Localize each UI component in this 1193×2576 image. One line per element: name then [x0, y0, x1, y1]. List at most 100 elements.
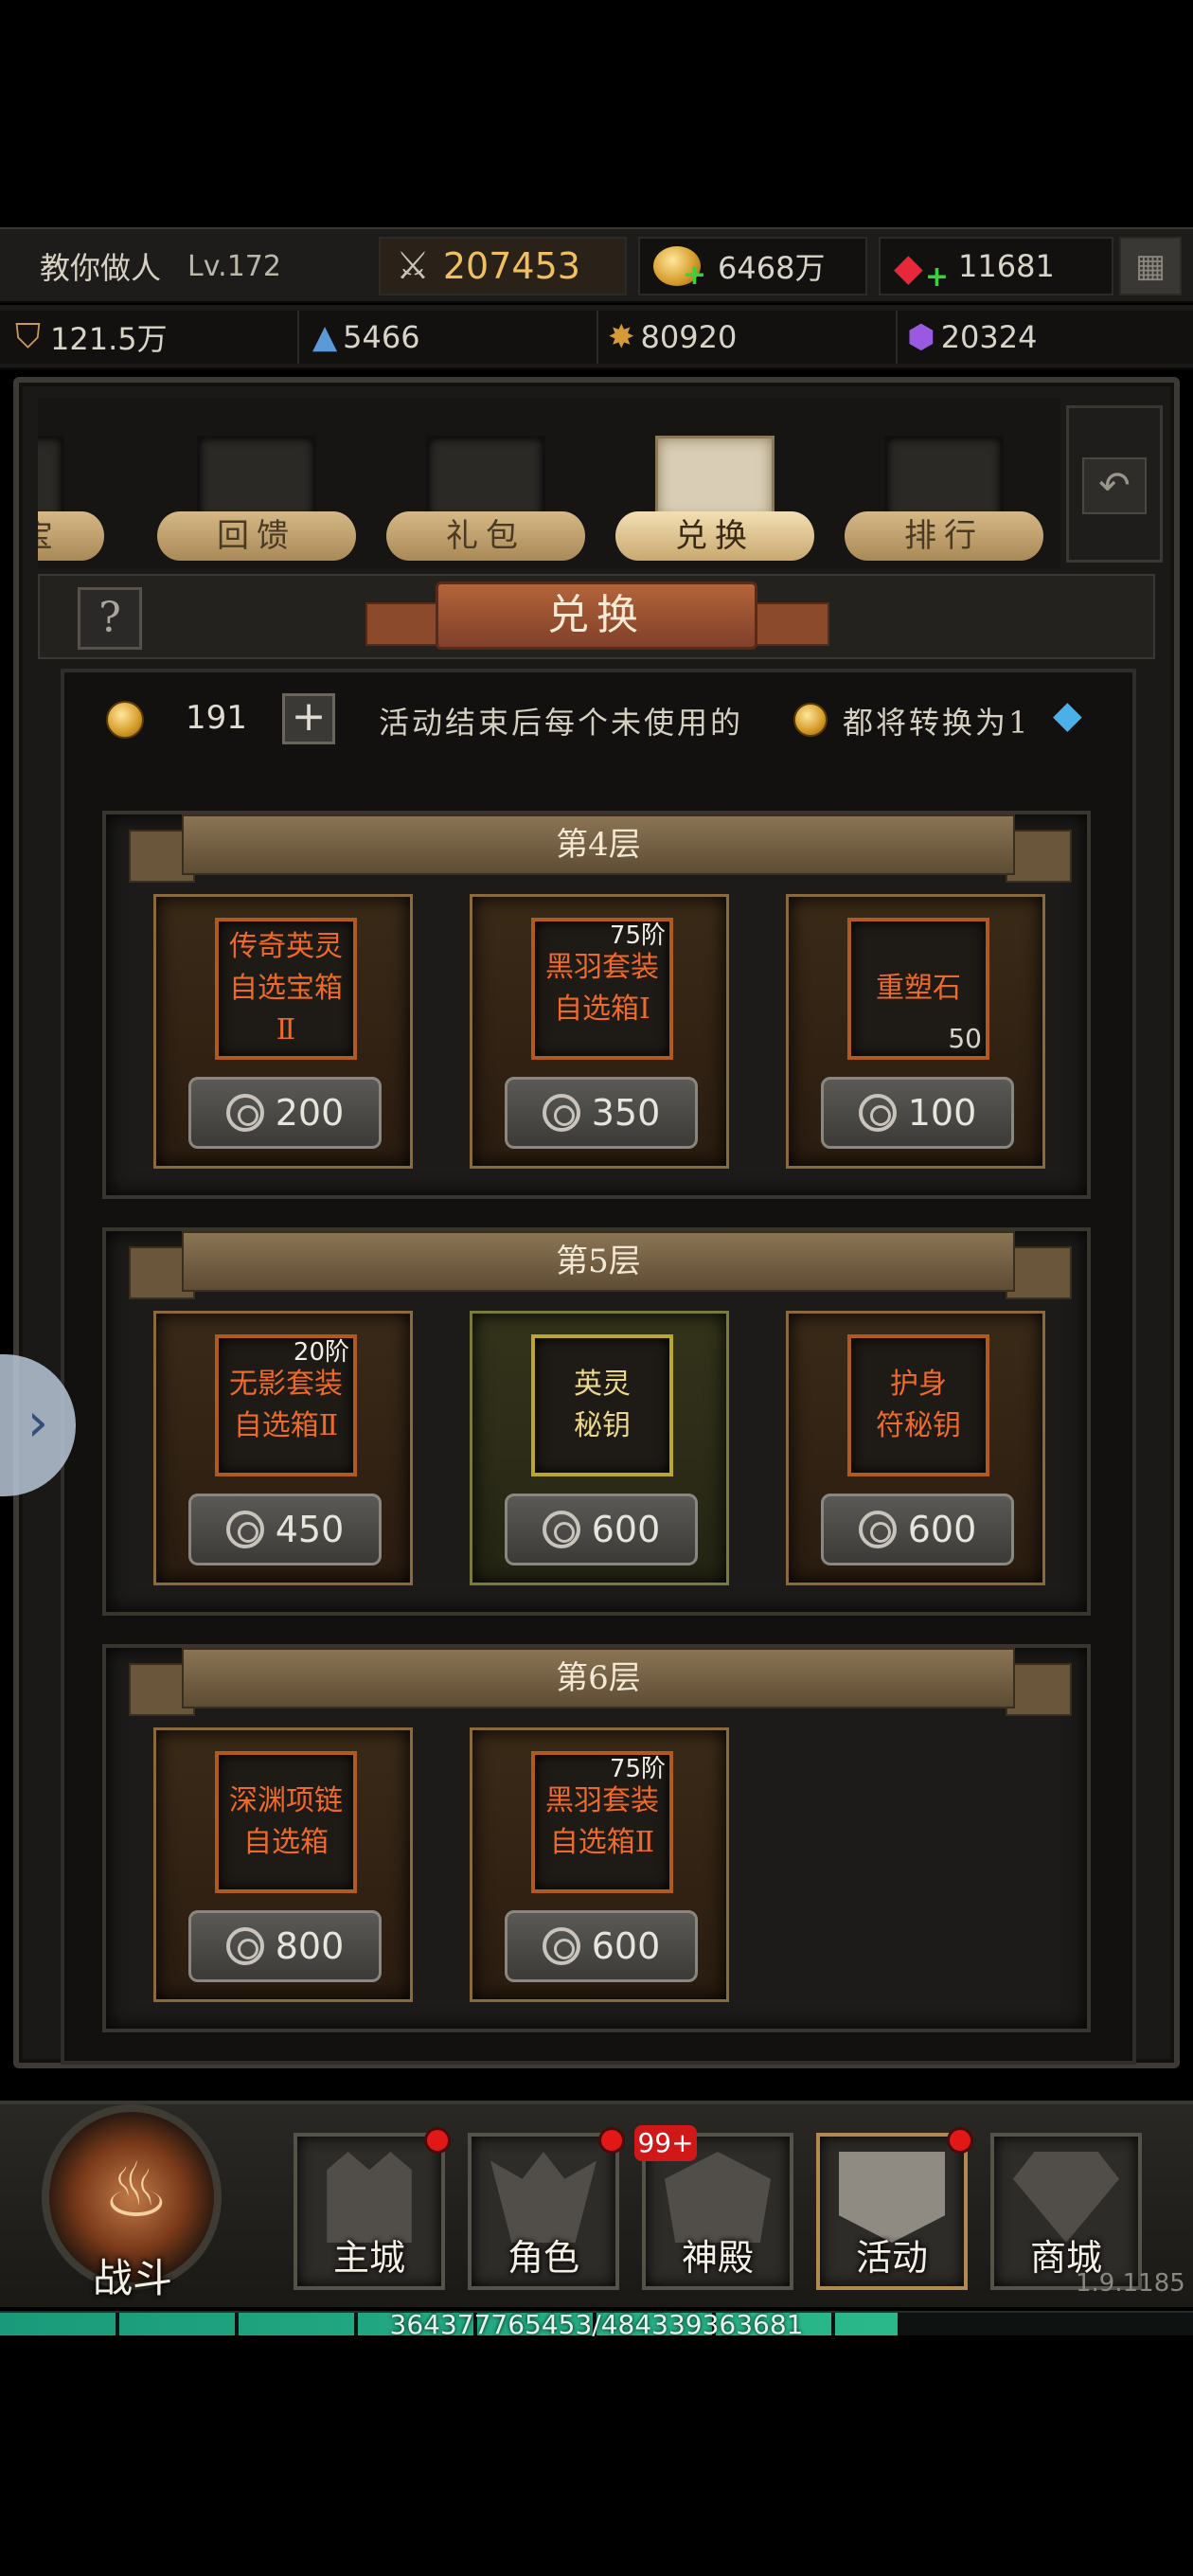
back-button[interactable]: ↶	[1082, 457, 1147, 514]
book-icon	[884, 436, 1004, 521]
gold-coins-icon: +	[653, 246, 706, 292]
price-button[interactable]: 600	[505, 1494, 698, 1565]
tab-label: 排行	[845, 511, 1043, 561]
purple-crystal-icon: ⬢	[907, 318, 935, 356]
player-name: 教你做人	[40, 250, 162, 286]
notification-dot	[424, 2127, 451, 2154]
price-button[interactable]: 600	[505, 1910, 698, 1982]
add-coin-button[interactable]: +	[282, 693, 335, 744]
price-button[interactable]: 200	[188, 1077, 382, 1149]
nav-label: 主城	[332, 2237, 405, 2279]
return-arrow-icon: ↶	[1098, 464, 1131, 508]
exchange-item-card[interactable]: 护身 符秘钥 600	[786, 1311, 1045, 1585]
nav-label: 角色	[507, 2237, 579, 2279]
exchange-item-card[interactable]: 无影套装 自选箱Ⅱ 20阶 450	[153, 1311, 413, 1585]
ribbon-tail	[1006, 1246, 1072, 1299]
diamond-icon: ◆	[1053, 693, 1082, 737]
tab-label: 兑换	[615, 511, 814, 561]
exchange-item-card[interactable]: 传奇英灵 自选宝箱 Ⅱ 200	[153, 894, 413, 1169]
crystal-resource: ▲ 5466	[299, 311, 598, 364]
tab-ranking[interactable]: 排行	[845, 436, 1043, 561]
nav-label: 活动	[855, 2237, 928, 2279]
price-value: 600	[907, 1509, 977, 1550]
star-icon: ✸	[608, 318, 635, 356]
shield-value: 121.5万	[50, 321, 168, 357]
shield-icon: ⛉	[15, 317, 42, 356]
nav-shop[interactable]: 商城	[990, 2133, 1142, 2290]
nav-character[interactable]: 角色	[468, 2133, 619, 2290]
experience-text: 364377765453/484339363681	[389, 2309, 804, 2340]
nav-main-city[interactable]: 主城	[294, 2133, 445, 2290]
item-name: 英灵 秘钥	[531, 1334, 673, 1476]
crystal-icon: ▲	[312, 318, 338, 356]
open-book-icon	[655, 436, 775, 521]
floor-title: 第4层	[182, 814, 1015, 875]
floor-title: 第5层	[182, 1231, 1015, 1292]
floor-4-section: 第4层 传奇英灵 自选宝箱 Ⅱ 200 黑羽套装 自选箱Ⅰ 75阶 350 重塑…	[102, 811, 1091, 1199]
coin-info-bar: 191 活动结束后每个未使用的 都将转换为1 ◆	[95, 684, 1117, 752]
tab-exchange[interactable]: 兑换	[615, 436, 814, 561]
book-icon	[38, 436, 64, 521]
price-button[interactable]: 600	[821, 1494, 1014, 1565]
star-resource: ✸ 80920	[598, 311, 898, 364]
nav-events[interactable]: 活动	[816, 2133, 968, 2290]
price-value: 350	[591, 1092, 661, 1134]
price-value: 800	[275, 1925, 345, 1967]
chevron-right-icon: ›	[27, 1392, 49, 1454]
notification-badge: 99+	[634, 2125, 697, 2161]
item-quantity: 50	[948, 1023, 982, 1054]
coin-ring-icon	[225, 1511, 264, 1548]
exchange-item-card[interactable]: 深渊项链 自选箱 800	[153, 1727, 413, 2002]
purple-value: 20324	[940, 319, 1038, 355]
nav-label: 神殿	[681, 2237, 754, 2279]
book-icon	[426, 436, 545, 521]
price-value: 600	[591, 1925, 661, 1967]
notification-dot	[947, 2127, 973, 2154]
gems-display[interactable]: ◆ + 11681	[879, 237, 1113, 295]
exchange-item-card[interactable]: 黑羽套装 自选箱Ⅰ 75阶 350	[470, 894, 729, 1169]
coin-ring-icon	[542, 1927, 580, 1965]
coin-ring-icon	[225, 1094, 264, 1132]
notification-dot	[598, 2127, 625, 2154]
menu-button[interactable]: ▦	[1119, 237, 1182, 295]
exchange-item-card[interactable]: 重塑石 50 100	[786, 894, 1045, 1169]
price-button[interactable]: 800	[188, 1910, 382, 1982]
tab-treasure[interactable]: 宝	[38, 436, 104, 561]
price-value: 450	[275, 1509, 345, 1550]
event-coin-icon	[106, 701, 144, 739]
floor-title: 第6层	[182, 1648, 1015, 1708]
tab-feedback[interactable]: 回馈	[157, 436, 356, 561]
event-tabs: 宝 回馈 礼包 兑换 排行	[38, 398, 1060, 568]
exchange-item-card[interactable]: 英灵 秘钥 600	[470, 1311, 729, 1585]
flame-icon: ♨	[102, 2146, 170, 2234]
tab-gift-pack[interactable]: 礼包	[386, 436, 585, 561]
resources-bar: ⛉ 121.5万 ▲ 5466 ✸ 80920 ⬢ 20324	[0, 305, 1193, 369]
price-button[interactable]: 100	[821, 1077, 1014, 1149]
exchange-item-card[interactable]: 黑羽套装 自选箱Ⅱ 75阶 600	[470, 1727, 729, 2002]
help-button[interactable]: ?	[78, 587, 142, 650]
price-value: 200	[275, 1092, 345, 1134]
conversion-notice-text: 活动结束后每个未使用的	[379, 705, 744, 741]
player-level: Lv.172	[187, 249, 281, 283]
power-display: ⚔ 207453	[379, 237, 627, 295]
banner-right-wing	[754, 602, 829, 646]
purple-resource: ⬢ 20324	[898, 311, 1193, 364]
floor-5-section: 第5层 无影套装 自选箱Ⅱ 20阶 450 英灵 秘钥 600 护身 符秘钥 6…	[102, 1227, 1091, 1616]
coin-ring-icon	[858, 1511, 897, 1548]
price-button[interactable]: 350	[505, 1077, 698, 1149]
player-info[interactable]: 教你做人 Lv.172	[8, 237, 367, 295]
gold-display[interactable]: + 6468万	[638, 237, 867, 295]
price-button[interactable]: 450	[188, 1494, 382, 1565]
star-value: 80920	[640, 319, 738, 355]
item-name: 传奇英灵 自选宝箱 Ⅱ	[215, 918, 357, 1060]
battle-label: 战斗	[92, 2255, 172, 2301]
ribbon-tail	[1006, 830, 1072, 883]
item-grade: 75阶	[609, 1755, 666, 1783]
book-icon	[197, 436, 316, 521]
red-gem-icon: ◆ +	[894, 246, 949, 294]
shield-resource: ⛉ 121.5万	[0, 311, 299, 364]
top-status-bar: 教你做人 Lv.172 ⚔ 207453 + 6468万 ◆ + 11681 ▦	[0, 227, 1193, 303]
coin-ring-icon	[542, 1094, 580, 1132]
tab-label: 回馈	[157, 511, 356, 561]
gems-value: 11681	[958, 248, 1055, 284]
